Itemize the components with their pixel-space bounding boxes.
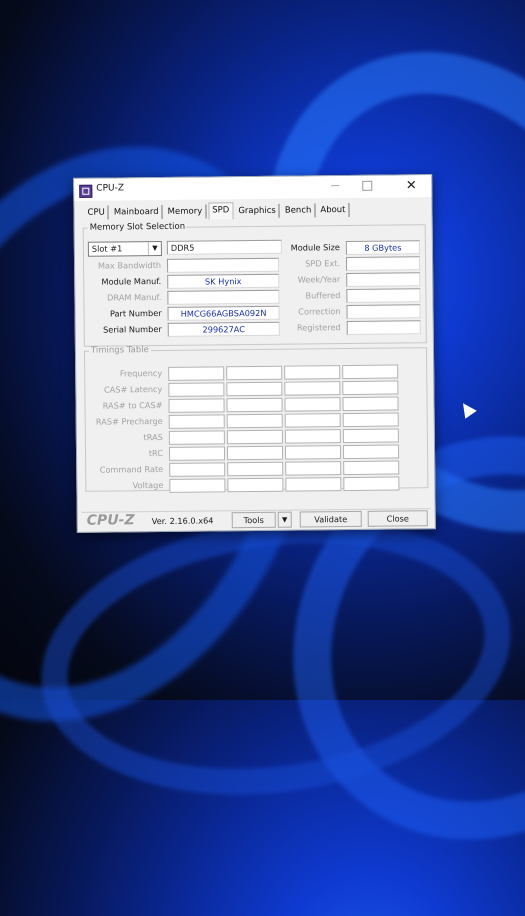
wallpaper-swirl bbox=[23, 488, 525, 824]
timing-cell bbox=[284, 445, 342, 460]
max-bandwidth-field bbox=[167, 257, 280, 273]
slot-select-value: Slot #1 bbox=[91, 243, 123, 254]
timing-cell bbox=[343, 476, 400, 492]
registered-field bbox=[346, 320, 421, 336]
timing-cell bbox=[226, 381, 283, 397]
timing-cell bbox=[169, 478, 226, 493]
timing-cell bbox=[169, 462, 226, 477]
correction-field bbox=[346, 304, 421, 320]
timing-cell bbox=[285, 461, 342, 476]
slot-select[interactable]: Slot #1 ▼ bbox=[87, 240, 162, 257]
max-bandwidth-label: Max Bandwidth bbox=[97, 259, 162, 271]
module-manuf-field: SK Hynix bbox=[167, 273, 280, 289]
dram-manuf-label: DRAM Manuf. bbox=[107, 291, 162, 303]
timing-cell bbox=[342, 380, 399, 396]
spd-ext-label: SPD Ext. bbox=[305, 258, 341, 269]
memory-slot-selection-label: Memory Slot Selection bbox=[89, 221, 186, 233]
cpuz-app-icon bbox=[79, 184, 93, 198]
timing-row-label: RAS# to CAS# bbox=[102, 399, 163, 411]
week-year-label: Week/Year bbox=[297, 274, 341, 285]
timing-cell bbox=[168, 366, 225, 381]
week-year-field bbox=[346, 272, 421, 288]
dropdown-arrow-icon: ▼ bbox=[281, 515, 288, 524]
minimize-button[interactable]: — bbox=[323, 178, 347, 195]
module-manuf-label: Module Manuf. bbox=[101, 275, 162, 287]
timing-row-label: Voltage bbox=[132, 479, 164, 491]
tab-bench[interactable]: Bench bbox=[281, 203, 316, 218]
timing-cell bbox=[284, 381, 341, 396]
serial-number-field: 299627AC bbox=[167, 321, 280, 337]
timing-row-label: tRAS bbox=[143, 431, 163, 443]
tab-cpu[interactable]: CPU bbox=[84, 205, 109, 220]
spd-ext-field bbox=[345, 256, 421, 272]
part-number-label: Part Number bbox=[109, 307, 162, 319]
timing-cell bbox=[226, 413, 283, 429]
tab-memory[interactable]: Memory bbox=[164, 204, 207, 219]
timing-cell bbox=[284, 429, 341, 444]
timing-cell bbox=[285, 477, 342, 492]
title-bar[interactable]: CPU-Z — ✕ bbox=[74, 175, 432, 201]
timing-row-label: Frequency bbox=[119, 367, 163, 379]
maximize-button[interactable] bbox=[355, 178, 379, 195]
cpuz-window: CPU-Z — ✕ CPU Mainboard Memory SPD Graphics B… bbox=[73, 174, 436, 533]
timing-cell bbox=[227, 477, 284, 493]
tab-spd[interactable]: SPD bbox=[208, 202, 234, 220]
tab-graphics[interactable]: Graphics bbox=[235, 203, 280, 219]
timing-cell bbox=[168, 414, 225, 429]
timing-cell bbox=[168, 398, 225, 413]
tab-mainboard[interactable]: Mainboard bbox=[110, 204, 163, 220]
tools-button[interactable]: Tools bbox=[231, 511, 276, 529]
buffered-label: Buffered bbox=[305, 290, 341, 301]
timing-cell bbox=[342, 444, 400, 460]
timing-cell bbox=[227, 461, 284, 477]
part-number-field: HMCG66AGBSA092N bbox=[167, 305, 280, 321]
timing-row-label: RAS# Precharge bbox=[95, 415, 163, 427]
timing-cell bbox=[342, 412, 399, 428]
validate-button[interactable]: Validate bbox=[299, 510, 362, 528]
timing-cell bbox=[342, 364, 399, 380]
timing-row-label: Command Rate bbox=[99, 463, 164, 475]
timing-cell bbox=[284, 397, 341, 412]
timing-cell bbox=[284, 413, 341, 428]
window-title: CPU-Z bbox=[96, 183, 125, 194]
dram-manuf-field bbox=[167, 289, 280, 305]
timings-table-label: Timings Table bbox=[90, 345, 149, 356]
maximize-icon bbox=[362, 180, 373, 191]
timing-cell bbox=[226, 429, 283, 445]
module-size-field: 8 GBytes bbox=[345, 240, 420, 256]
correction-label: Correction bbox=[298, 306, 341, 317]
timing-cell bbox=[168, 382, 225, 397]
close-window-button[interactable]: ✕ bbox=[399, 177, 423, 194]
mouse-cursor-icon bbox=[457, 399, 477, 419]
memory-type-field: DDR5 bbox=[166, 239, 282, 255]
timing-cell bbox=[226, 397, 283, 413]
timing-cell bbox=[226, 365, 283, 381]
buffered-field bbox=[346, 288, 421, 304]
tab-about[interactable]: About bbox=[317, 202, 350, 218]
serial-number-label: Serial Number bbox=[103, 323, 162, 335]
timing-cell bbox=[342, 396, 399, 412]
module-size-label: Module Size bbox=[290, 242, 340, 253]
timing-cell bbox=[168, 430, 225, 445]
cpuz-brand-logo: CPU-Z bbox=[86, 512, 135, 529]
timing-cell bbox=[342, 428, 399, 444]
registered-label: Registered bbox=[296, 322, 341, 333]
version-label: Ver. 2.16.0.x64 bbox=[151, 515, 214, 527]
timing-row-label: tRC bbox=[148, 447, 164, 459]
timing-cell bbox=[226, 445, 284, 461]
footer-bar: CPU-Z Ver. 2.16.0.x64 Tools ▼ Validate C… bbox=[81, 508, 431, 530]
tools-dropdown-button[interactable]: ▼ bbox=[277, 511, 292, 528]
tab-bar: CPU Mainboard Memory SPD Graphics Bench About bbox=[84, 202, 351, 221]
timing-cell bbox=[284, 365, 341, 380]
timing-cell bbox=[168, 446, 226, 461]
timing-cell bbox=[343, 460, 400, 476]
close-button[interactable]: Close bbox=[367, 510, 428, 527]
timing-row-label: CAS# Latency bbox=[103, 383, 163, 395]
dropdown-arrow-icon: ▼ bbox=[147, 241, 161, 256]
